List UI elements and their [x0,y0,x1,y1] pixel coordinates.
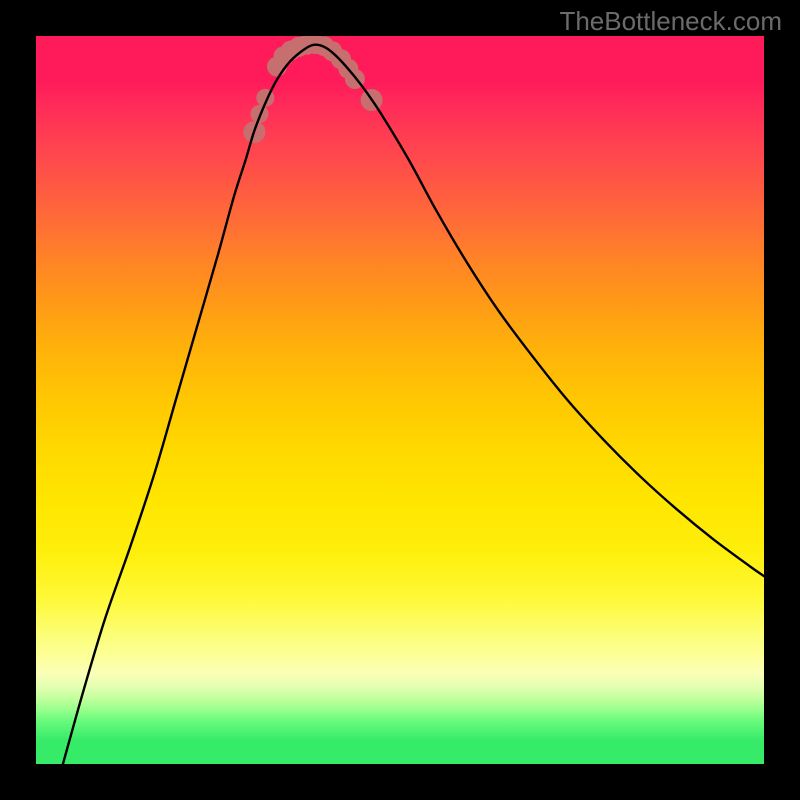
watermark-text: TheBottleneck.com [559,6,782,37]
chart-container: TheBottleneck.com [0,0,800,800]
bottleneck-chart [0,0,800,800]
